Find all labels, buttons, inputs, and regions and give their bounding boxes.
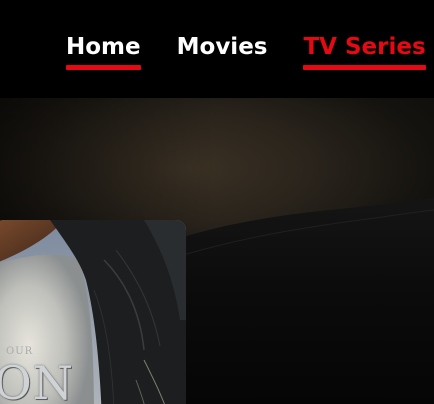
nav-item-movies[interactable]: Movies [177,30,268,64]
nav-item-movies-label: Movies [176,34,268,60]
top-navbar: Home Movies TV Series [0,0,434,98]
nav-item-home-label: Home [66,34,141,60]
nav-item-tv-series-label: TV Series [303,34,426,60]
nav-item-home[interactable]: Home [66,30,141,70]
page: Home Movies TV Series OUR ON [0,0,434,404]
poster-title-logo: ON [0,356,74,404]
main-nav: Home Movies TV Series [66,30,426,70]
nav-item-tv-series[interactable]: TV Series [303,30,426,70]
nav-tv-series-underline [303,65,426,70]
poster-card[interactable]: OUR ON [0,220,186,404]
nav-home-underline [66,65,141,70]
